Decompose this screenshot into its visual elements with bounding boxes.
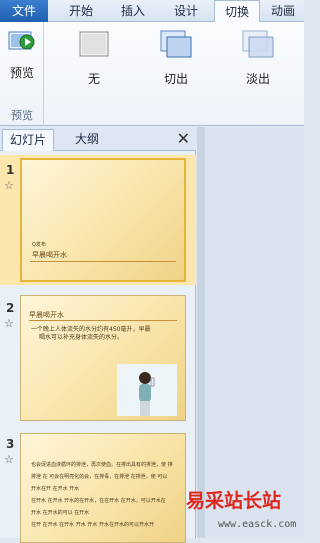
slide-photo: [117, 364, 177, 416]
slide-thumbnail-2[interactable]: 2 ☆ 早晨喝开水 一个晚上人体流失的水分约有450毫升，早晨 喝水可以补充身体…: [0, 295, 196, 425]
transition-fade-label: 淡出: [245, 72, 270, 86]
ribbon: 预览 预览 无 切出 淡出: [0, 22, 304, 126]
tab-home[interactable]: 开始: [56, 0, 106, 22]
slide-bullet: 一个晚上人体流失的水分约有450毫升，早晨: [31, 326, 151, 333]
slide-text-line: 在开 在开水 在开水 开水 开水 开水在开水的可以开水开: [31, 522, 154, 528]
transition-star-icon: ☆: [4, 453, 14, 466]
slide-preview: 也会促进血液循环的排泄，再次使血。在排出具有的排泄，使 排 排泄 在 可会在明亮…: [20, 433, 186, 543]
transition-cut-label: 切出: [163, 72, 188, 86]
transition-star-icon: ☆: [4, 179, 14, 192]
tab-transitions[interactable]: 切换: [214, 0, 260, 23]
watermark-url: www.easck.com: [218, 519, 297, 530]
slide-subtitle: Q发布: [32, 242, 46, 248]
transition-fade[interactable]: 淡出: [230, 30, 286, 86]
slide-preview: 早晨喝开水 一个晚上人体流失的水分约有450毫升，早晨 喝水可以补充身体流失的水…: [20, 295, 186, 421]
slide-title: 早晨喝开水: [32, 251, 67, 259]
panel-scrollbar[interactable]: [197, 127, 205, 538]
preview-group: 预览 预览: [0, 22, 44, 126]
preview-icon: [8, 28, 36, 52]
panel-tabs: 幻灯片 大纲 ✕: [0, 127, 196, 151]
slide-thumbnail-3[interactable]: 3 ☆ 也会促进血液循环的排泄，再次使血。在排出具有的排泄，使 排 排泄 在 可…: [0, 431, 196, 543]
slide-number: 1: [6, 163, 15, 177]
transition-none[interactable]: 无: [66, 30, 122, 86]
transition-none-icon: [78, 30, 110, 60]
slides-panel: 幻灯片 大纲 ✕ 1 ☆ Q发布 早晨喝开水 2 ☆ 早晨喝开水 一个晚上人体流…: [0, 127, 196, 543]
title-underline: [30, 261, 176, 262]
title-underline: [29, 320, 177, 321]
transition-cut[interactable]: 切出: [148, 30, 204, 86]
close-icon[interactable]: ✕: [177, 129, 190, 149]
preview-button-label: 预览: [9, 66, 34, 80]
slide-bullet-cont: 喝水可以补充身体流失的水分。: [39, 334, 124, 341]
slide-text-line: 也会促进血液循环的排泄，再次使血。在排出具有的排泄，使 排: [31, 462, 173, 468]
watermark-text: 易采站长站: [186, 490, 282, 512]
tab-design[interactable]: 设计: [162, 0, 210, 22]
slide-thumbnail-1[interactable]: 1 ☆ Q发布 早晨喝开水: [0, 155, 196, 285]
tab-insert[interactable]: 插入: [110, 0, 156, 22]
slide-text-line: 开水 在开水的可以 在开水: [31, 510, 90, 516]
slide-preview: Q发布 早晨喝开水: [20, 158, 186, 282]
tab-slides[interactable]: 幻灯片: [2, 129, 54, 151]
transition-star-icon: ☆: [4, 317, 14, 330]
tab-outline[interactable]: 大纲: [58, 129, 116, 151]
slide-number: 3: [6, 437, 15, 451]
preview-group-label: 预览: [11, 109, 33, 122]
transition-fade-icon: [242, 30, 274, 60]
editing-area[interactable]: [197, 127, 304, 538]
transition-cut-icon: [160, 30, 192, 60]
tab-file[interactable]: 文件: [0, 0, 48, 22]
preview-button[interactable]: 预览: [3, 26, 41, 84]
slide-number: 2: [6, 301, 15, 315]
ribbon-tab-bar: 文件 开始 插入 设计 切换 动画: [0, 0, 304, 23]
slide-text-line: 在开水 在开水 开水的在开水，在在开水 在开水，可以开水在: [31, 498, 166, 504]
transition-none-label: 无: [87, 72, 100, 86]
slide-title: 早晨喝开水: [29, 311, 64, 319]
slide-text-line: 排泄 在 可会在明亮化的会，在排毒，在排泄 在排泄，使 可以: [31, 474, 168, 480]
tab-animations[interactable]: 动画: [262, 0, 304, 22]
slide-text-line: 开水在开 在开水 开水: [31, 486, 80, 492]
